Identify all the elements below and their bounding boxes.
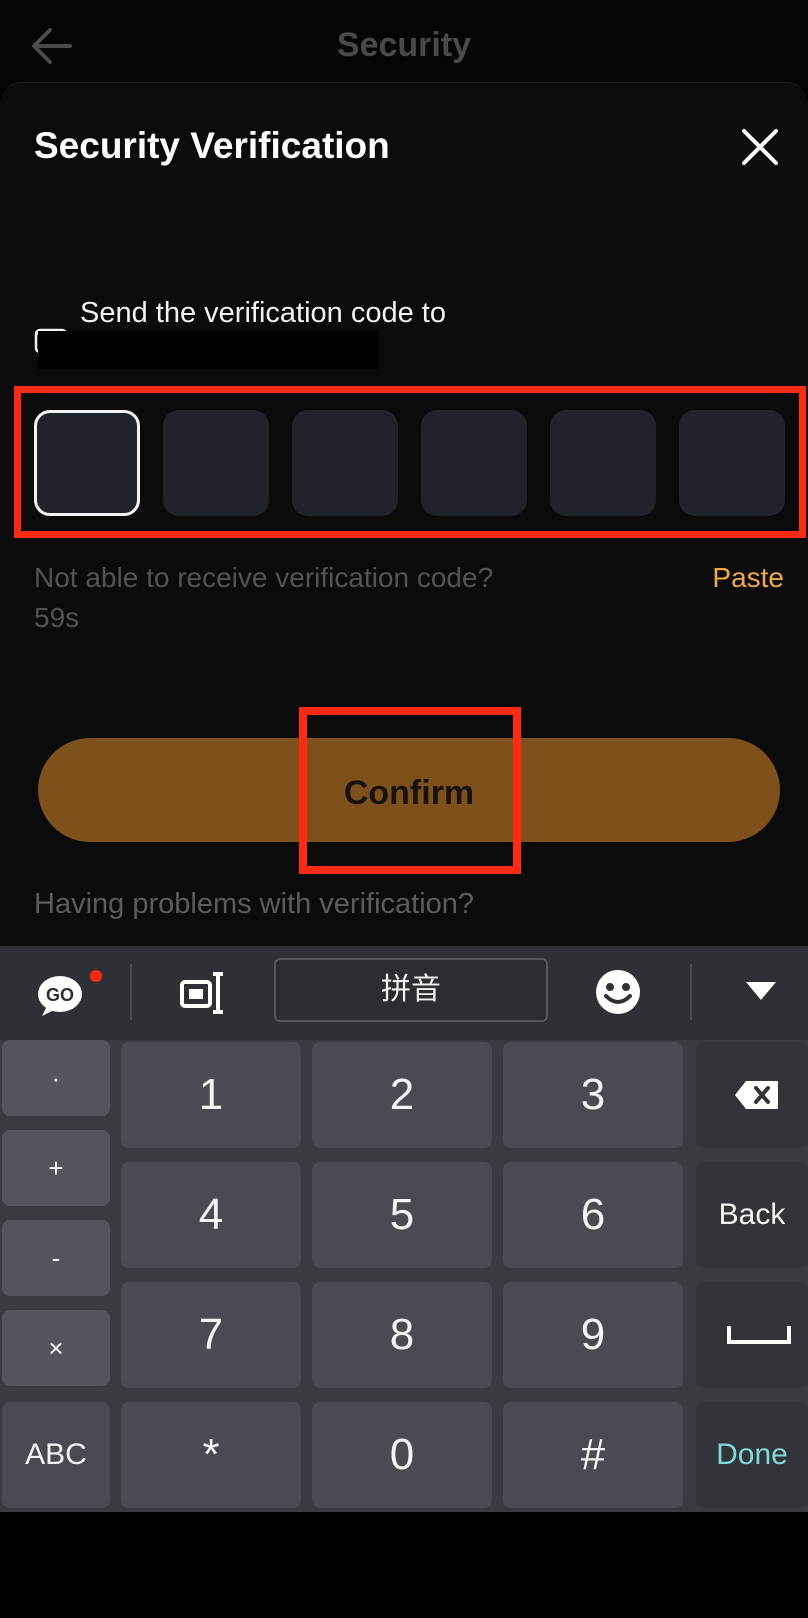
resend-timer: 59s	[34, 602, 80, 633]
confirm-highlight	[299, 707, 521, 874]
space-icon	[727, 1326, 791, 1344]
key-label: 8	[389, 1310, 415, 1359]
send-code-label: Send the verification code to	[80, 297, 446, 329]
key-plus[interactable]: +	[2, 1130, 110, 1206]
key-9[interactable]: 9	[503, 1282, 683, 1388]
page-title: Security	[336, 26, 472, 64]
key-minus[interactable]: -	[2, 1220, 110, 1296]
back-key[interactable]: Back	[696, 1162, 808, 1268]
key-label: #	[580, 1430, 606, 1479]
done-key[interactable]: Done	[696, 1402, 808, 1508]
key-0[interactable]: 0	[312, 1402, 492, 1508]
paste-button[interactable]: Paste	[712, 562, 784, 594]
key-multiply[interactable]: ×	[2, 1310, 110, 1386]
emoji-icon[interactable]	[594, 968, 642, 1016]
key-1[interactable]: 1	[121, 1042, 301, 1148]
key-label: 0	[389, 1430, 415, 1479]
pinyin-mode-button[interactable]: 拼音	[274, 958, 548, 1022]
key-label: 5	[389, 1190, 415, 1239]
close-icon[interactable]	[738, 125, 782, 169]
numeric-keyboard: GO 拼音 · + - × ABC 1 2 3 4 5 6 7 8 9 * 0	[0, 946, 808, 1512]
go-label: GO	[46, 985, 74, 1005]
backspace-icon	[735, 1081, 778, 1109]
key-hash[interactable]: #	[503, 1402, 683, 1508]
key-6[interactable]: 6	[503, 1162, 683, 1268]
keyboard-toolbar: GO 拼音	[0, 946, 808, 1040]
bottom-bar	[0, 1512, 808, 1618]
go-keyboard-icon[interactable]: GO	[36, 968, 102, 1018]
key-label: 9	[580, 1310, 606, 1359]
key-label: 2	[389, 1070, 415, 1119]
key-label: 7	[198, 1310, 224, 1359]
clipboard-icon[interactable]	[180, 970, 230, 1016]
toolbar-divider	[130, 964, 132, 1020]
key-label: ABC	[25, 1438, 87, 1471]
verification-problems-link[interactable]: Having problems with verification?	[34, 888, 474, 921]
key-label: 1	[198, 1070, 224, 1119]
backspace-key[interactable]	[696, 1042, 808, 1148]
key-asterisk[interactable]: *	[121, 1402, 301, 1508]
key-label: 3	[580, 1070, 606, 1119]
not-receive-code-link[interactable]: Not able to receive verification code?	[34, 562, 493, 594]
top-bar: Security	[0, 0, 808, 90]
key-2[interactable]: 2	[312, 1042, 492, 1148]
key-3[interactable]: 3	[503, 1042, 683, 1148]
key-label: Back	[718, 1198, 786, 1231]
redacted-email	[38, 331, 378, 369]
key-4[interactable]: 4	[121, 1162, 301, 1268]
toolbar-divider	[690, 964, 692, 1020]
code-input-highlight	[14, 386, 806, 538]
key-abc[interactable]: ABC	[2, 1402, 110, 1508]
key-label: +	[48, 1153, 64, 1183]
key-label: *	[202, 1430, 220, 1479]
key-label: Done	[716, 1438, 788, 1471]
key-7[interactable]: 7	[121, 1282, 301, 1388]
dialog-title: Security Verification	[34, 125, 390, 166]
key-5[interactable]: 5	[312, 1162, 492, 1268]
key-dot[interactable]: ·	[2, 1040, 110, 1116]
key-label: -	[51, 1243, 61, 1273]
space-key[interactable]	[696, 1282, 808, 1388]
key-label: ·	[51, 1063, 61, 1093]
key-label: 6	[580, 1190, 606, 1239]
key-label: ×	[48, 1333, 64, 1363]
collapse-keyboard-icon[interactable]	[744, 980, 778, 1002]
key-8[interactable]: 8	[312, 1282, 492, 1388]
key-label: 4	[198, 1190, 224, 1239]
